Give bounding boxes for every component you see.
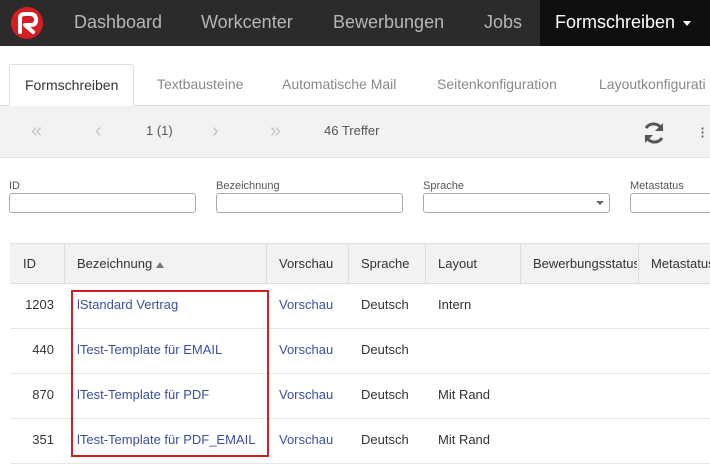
header-bewerbungsstatus[interactable]: Bewerbungsstatus <box>533 244 637 284</box>
pager-bar: « ‹ 1 (1) › » 46 Treffer ⁝ <box>0 106 710 158</box>
header-vorschau[interactable]: Vorschau <box>279 244 333 284</box>
tab-bar: Formschreiben Textbausteine Automatische… <box>0 46 710 106</box>
filter-metastatus-input[interactable] <box>630 193 710 213</box>
column-divider <box>520 244 521 284</box>
column-divider <box>348 244 349 284</box>
page-info: 1 (1) <box>146 123 173 138</box>
nav-dashboard[interactable]: Dashboard <box>74 0 162 46</box>
sort-ascending-icon <box>156 261 165 268</box>
cell-sprache: Deutsch <box>361 297 409 312</box>
cell-id: 440 <box>32 342 54 357</box>
column-divider <box>425 244 426 284</box>
tab-formschreiben[interactable]: Formschreiben <box>9 64 135 106</box>
cell-sprache: Deutsch <box>361 387 409 402</box>
nav-workcenter[interactable]: Workcenter <box>201 0 293 46</box>
column-divider <box>64 244 65 284</box>
cell-vorschau-link[interactable]: Vorschau <box>279 284 333 328</box>
header-id[interactable]: ID <box>23 244 36 284</box>
cell-layout: Mit Rand <box>438 387 491 402</box>
cell-id: 1203 <box>25 297 54 312</box>
filter-id-label: ID <box>9 180 20 192</box>
cell-sprache: Deutsch <box>361 342 409 357</box>
header-bezeichnung[interactable]: Bezeichnung <box>77 244 165 284</box>
filter-sprache-select[interactable] <box>423 193 610 213</box>
nav-bewerbungen[interactable]: Bewerbungen <box>333 0 444 46</box>
header-metastatus[interactable]: Metastatus <box>651 244 710 284</box>
highlight-box <box>71 290 269 457</box>
cell-id: 351 <box>32 432 54 447</box>
hits-count: 46 Treffer <box>324 123 380 138</box>
nav-jobs[interactable]: Jobs <box>484 0 522 46</box>
tab-seitenkonfiguration[interactable]: Seitenkonfiguration <box>437 64 557 106</box>
top-navbar: Dashboard Workcenter Bewerbungen Jobs Fo… <box>0 0 710 46</box>
filter-id-input[interactable] <box>9 193 196 213</box>
double-chevron-right-icon[interactable]: » <box>270 120 281 142</box>
header-layout[interactable]: Layout <box>438 244 477 284</box>
double-chevron-left-icon[interactable]: « <box>31 120 42 142</box>
cell-vorschau-link[interactable]: Vorschau <box>279 419 333 463</box>
cell-id: 870 <box>32 387 54 402</box>
refresh-icon[interactable] <box>641 120 667 146</box>
filter-metastatus-label: Metastatus <box>630 180 684 192</box>
nav-formschreiben[interactable]: Formschreiben <box>540 0 710 46</box>
header-bezeichnung-label: Bezeichnung <box>77 256 153 271</box>
chevron-left-icon[interactable]: ‹ <box>95 120 102 142</box>
cell-layout: Intern <box>438 297 472 312</box>
app-logo[interactable] <box>10 6 44 40</box>
caret-down-icon <box>683 20 692 26</box>
filter-bezeichnung-label: Bezeichnung <box>216 180 280 192</box>
tab-textbausteine[interactable]: Textbausteine <box>157 64 243 106</box>
cell-sprache: Deutsch <box>361 432 409 447</box>
cell-vorschau-link[interactable]: Vorschau <box>279 374 333 418</box>
cell-layout: Mit Rand <box>438 432 491 447</box>
cell-vorschau-link[interactable]: Vorschau <box>279 329 333 373</box>
column-divider <box>638 244 639 284</box>
table-header: ID Bezeichnung Vorschau Sprache Layout B… <box>10 243 710 284</box>
chevron-down-icon <box>596 201 604 205</box>
filter-sprache-label: Sprache <box>423 180 464 192</box>
tab-automatische-mail[interactable]: Automatische Mail <box>282 64 396 106</box>
filter-bezeichnung-input[interactable] <box>216 193 403 213</box>
more-icon[interactable]: ⁝ <box>700 123 705 143</box>
column-divider <box>266 244 267 284</box>
header-sprache[interactable]: Sprache <box>361 244 409 284</box>
chevron-right-icon[interactable]: › <box>212 120 219 142</box>
nav-formschreiben-label: Formschreiben <box>555 12 676 32</box>
tab-layoutkonfiguration[interactable]: Layoutkonfigurati <box>599 64 706 106</box>
